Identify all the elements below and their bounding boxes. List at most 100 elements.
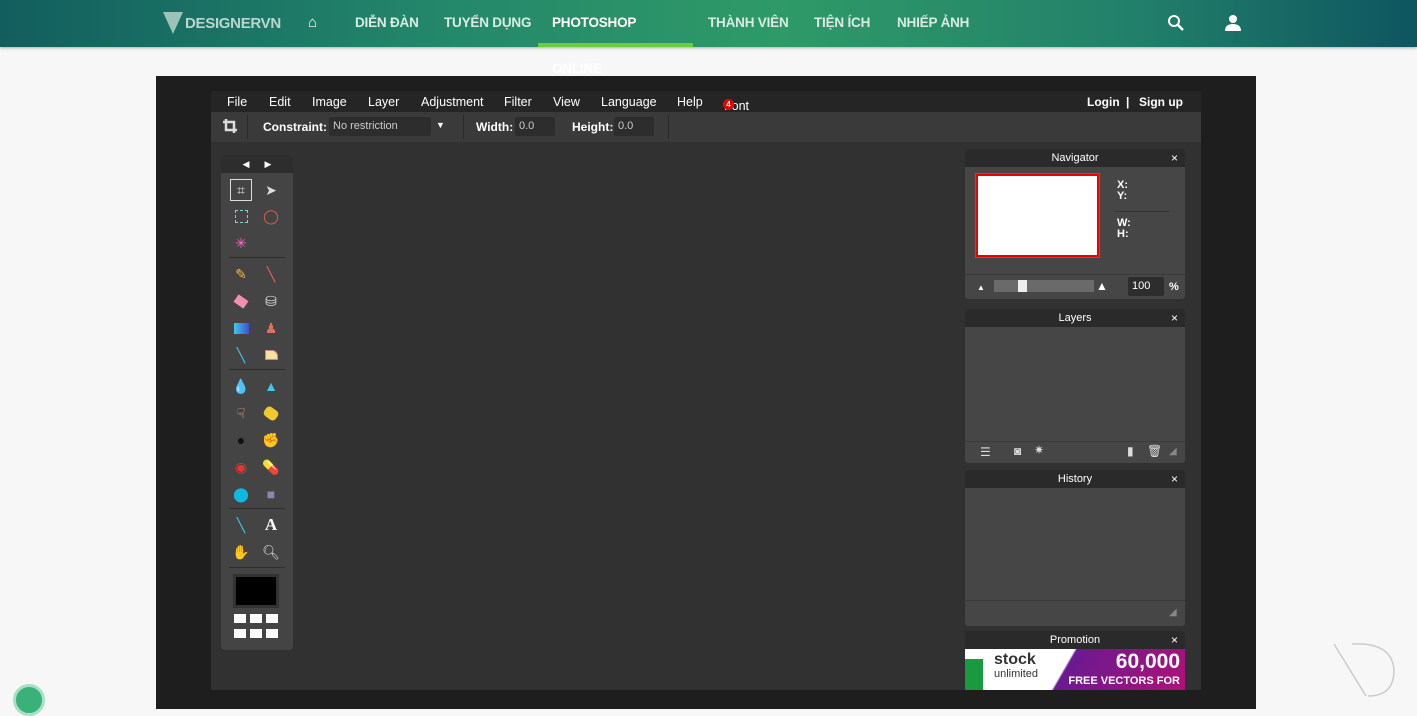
spot-heal-icon[interactable]: 💊 (260, 456, 282, 478)
layer-mask-icon[interactable]: ◙ (1014, 444, 1021, 458)
mode-swatch[interactable] (250, 614, 262, 623)
divider: | (1126, 95, 1130, 109)
menu-layer[interactable]: Layer (368, 95, 399, 109)
history-title: History (1057, 473, 1093, 485)
width-label: Width: (476, 120, 514, 134)
layer-effects-icon[interactable]: ✷ (1034, 443, 1044, 457)
constraint-select[interactable]: No restriction (329, 117, 431, 136)
mode-swatch[interactable] (234, 614, 246, 623)
photo-editor: File Edit Image Layer Adjustment Filter … (211, 91, 1201, 690)
history-footer: ◢ (965, 600, 1185, 622)
color-picker-icon[interactable]: ╲ (230, 514, 252, 536)
options-toolbar: Constraint: No restriction ▼ Width: 0.0 … (211, 112, 1201, 142)
menu-image[interactable]: Image (312, 95, 347, 109)
type-tool-icon[interactable]: A (260, 514, 282, 536)
menu-adjustment[interactable]: Adjustment (421, 95, 484, 109)
burn-tool-icon[interactable]: ● (230, 429, 252, 451)
mode-swatch[interactable] (266, 629, 278, 638)
zoom-slider[interactable] (994, 280, 1094, 292)
blur-tool-icon[interactable]: 💧 (230, 375, 252, 397)
logo-mark-icon (163, 12, 183, 34)
move-tool-icon[interactable]: ➤ (260, 179, 282, 201)
close-icon[interactable]: × (1171, 149, 1178, 167)
expand-right-icon[interactable]: ▶ (265, 159, 272, 170)
lasso-tool-icon[interactable]: ◯ (260, 205, 282, 227)
pinch-tool-icon[interactable]: ■ (260, 483, 282, 505)
navigator-preview[interactable] (975, 173, 1100, 258)
tools-panel: ◀ ▶ ⌗ ➤ ◯ ✳ ✎ ╲ ⛁ ♟ ╲ 💧 ▲ ☟ ● ✊ ◉ 💊 ⬤ ■ ╲… (221, 155, 293, 650)
clone-stamp-icon[interactable]: ♟ (260, 317, 282, 339)
menu-edit[interactable]: Edit (269, 95, 291, 109)
resize-handle-icon[interactable]: ◢ (1169, 607, 1177, 618)
bloat-tool-icon[interactable]: ⬤ (230, 483, 252, 505)
promotion-panel: Promotion × stock unlimited 60,000 FREE V… (965, 631, 1185, 690)
layer-settings-icon[interactable]: ☰ (980, 445, 991, 459)
zoom-in-icon[interactable]: ▲ (1096, 279, 1108, 293)
signup-link[interactable]: Sign up (1139, 95, 1183, 109)
brush-tool-icon[interactable]: ╲ (260, 263, 282, 285)
new-layer-icon[interactable]: ▮ (1127, 444, 1134, 458)
dodge-tool-icon[interactable]: ✊ (260, 429, 282, 451)
delete-layer-icon[interactable]: 🗑︎ (1147, 444, 1162, 458)
promotion-banner[interactable]: stock unlimited 60,000 FREE VECTORS FOR (965, 649, 1185, 690)
nav-nhiep-anh[interactable]: NHIẾP ẢNH (897, 0, 969, 47)
layers-panel: Layers × ☰ ◙ ✷ ▮ 🗑︎ ◢ (965, 309, 1185, 463)
marquee-tool-icon[interactable] (230, 205, 252, 227)
nav-dien-dan[interactable]: DIỄN ĐÀN (355, 0, 419, 47)
zoom-slider-handle[interactable] (1018, 280, 1027, 292)
user-icon[interactable] (1224, 14, 1242, 32)
zoom-tool-icon[interactable]: 🔍︎ (260, 541, 282, 563)
red-eye-icon[interactable]: ◉ (230, 456, 252, 478)
chevron-down-icon[interactable]: ▼ (436, 120, 445, 130)
layers-header: Layers × (965, 309, 1185, 327)
mode-swatch[interactable] (234, 629, 246, 638)
nav-tien-ich[interactable]: TIỆN ÍCH (814, 0, 870, 47)
eraser-tool-icon[interactable] (230, 290, 252, 312)
color-replace-icon[interactable]: ╲ (230, 344, 252, 366)
hand-tool-icon[interactable]: ✋ (230, 541, 252, 563)
zoom-out-icon[interactable]: ▲ (977, 283, 985, 292)
height-input[interactable]: 0.0 (614, 117, 654, 136)
menu-bar: File Edit Image Layer Adjustment Filter … (211, 91, 1201, 113)
shape-tool-icon[interactable] (260, 344, 282, 366)
search-icon[interactable] (1167, 14, 1185, 32)
promo-subline: FREE VECTORS FOR (1068, 675, 1180, 687)
menu-file[interactable]: File (227, 95, 247, 109)
width-input[interactable]: 0.0 (515, 117, 555, 136)
mode-swatch[interactable] (250, 629, 262, 638)
designervn-watermark-logo (1333, 643, 1395, 697)
promotion-title: Promotion (1049, 634, 1101, 646)
resize-handle-icon[interactable]: ◢ (1169, 446, 1177, 457)
login-link[interactable]: Login (1087, 95, 1120, 109)
close-icon[interactable]: × (1171, 309, 1178, 327)
font-badge: 4 (723, 99, 734, 110)
pencil-tool-icon[interactable]: ✎ (230, 263, 252, 285)
sharpen-tool-icon[interactable]: ▲ (260, 375, 282, 397)
history-header: History × (965, 470, 1185, 488)
promotion-header: Promotion × (965, 631, 1185, 649)
foreground-color-swatch[interactable] (233, 574, 279, 608)
sponge-tool-icon[interactable] (260, 402, 282, 424)
mode-swatch[interactable] (266, 614, 278, 623)
menu-filter[interactable]: Filter (504, 95, 532, 109)
nav-photoshop-online[interactable]: PHOTOSHOP ONLINE (538, 0, 693, 76)
zoom-input[interactable]: 100 (1128, 277, 1164, 296)
home-icon[interactable]: ⌂ (308, 14, 317, 31)
smudge-tool-icon[interactable]: ☟ (230, 402, 252, 424)
collapse-left-icon[interactable]: ◀ (243, 159, 250, 170)
magic-wand-icon[interactable]: ✳ (230, 232, 252, 254)
crop-tool-icon[interactable]: ⌗ (230, 179, 252, 201)
menu-view[interactable]: View (553, 95, 580, 109)
paint-bucket-icon[interactable]: ⛁ (260, 290, 282, 312)
gradient-tool-icon[interactable] (230, 317, 252, 339)
close-icon[interactable]: × (1171, 631, 1178, 649)
site-logo[interactable]: DESIGNERVN (163, 12, 281, 34)
h-label: H: (1117, 228, 1129, 240)
menu-help[interactable]: Help (677, 95, 703, 109)
close-icon[interactable]: × (1171, 470, 1178, 488)
nav-thanh-vien[interactable]: THÀNH VIÊN (708, 0, 789, 47)
navigator-title: Navigator (1051, 152, 1099, 164)
nav-tuyen-dung[interactable]: TUYỂN DỤNG (444, 0, 531, 47)
menu-language[interactable]: Language (601, 95, 657, 109)
notification-bell-button[interactable] (13, 684, 45, 716)
